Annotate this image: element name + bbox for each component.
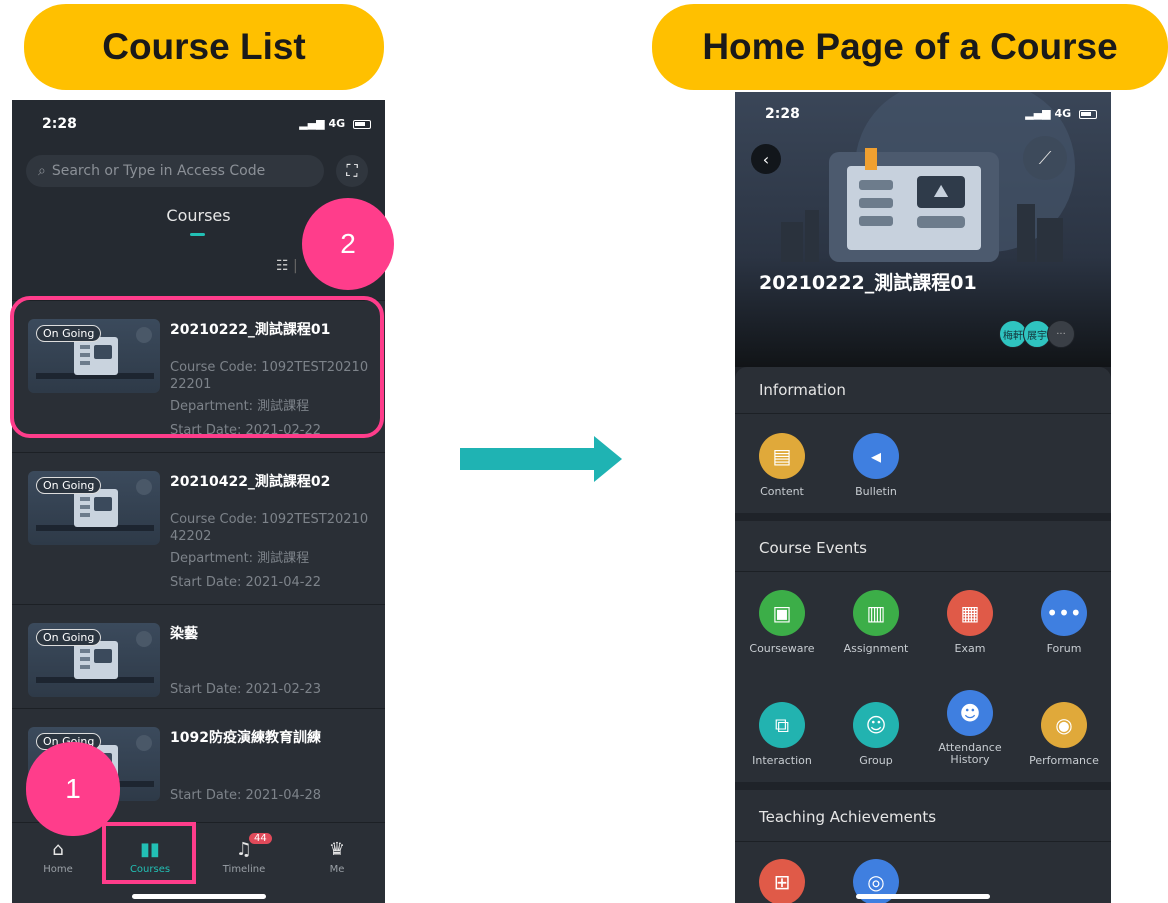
network-label: 4G bbox=[328, 117, 346, 130]
pin-icon bbox=[136, 631, 152, 647]
search-input[interactable]: ⌕ Search or Type in Access Code bbox=[26, 155, 324, 187]
content-icon: ▤ bbox=[759, 433, 805, 479]
course-start-date: Start Date: 2021-04-22 bbox=[170, 575, 322, 590]
attendance-icon: ☻ bbox=[947, 690, 993, 736]
score-icon: ⊞ bbox=[759, 859, 805, 903]
course-menu-sheet: Information ▤ Content ◂ Bulletin Course … bbox=[735, 367, 1111, 903]
battery-icon bbox=[1079, 109, 1097, 119]
tile-label: Content bbox=[760, 485, 804, 498]
tile-label: Interaction bbox=[752, 754, 812, 767]
tile-group[interactable]: ☺ Group bbox=[829, 702, 923, 767]
forum-icon: ••• bbox=[1041, 590, 1087, 636]
step-1-marker: 1 bbox=[26, 742, 120, 836]
course-start-date: Start Date: 2021-04-28 bbox=[170, 788, 322, 803]
more-avatars[interactable]: ··· bbox=[1047, 320, 1075, 348]
pin-button[interactable]: ⟋ bbox=[1023, 136, 1067, 180]
exam-icon: ▦ bbox=[947, 590, 993, 636]
courseware-icon: ▣ bbox=[759, 590, 805, 636]
status-time: 2:28 bbox=[765, 106, 800, 122]
tile-assignment[interactable]: ▥ Assignment bbox=[829, 590, 923, 655]
search-placeholder: Search or Type in Access Code bbox=[51, 163, 266, 179]
tab-label: Timeline bbox=[222, 864, 266, 875]
tab-timeline[interactable]: ♫ 44 Timeline bbox=[209, 833, 279, 875]
tile-label: Performance bbox=[1029, 754, 1099, 767]
tile-forum[interactable]: ••• Forum bbox=[1017, 590, 1111, 655]
back-button[interactable]: ‹ bbox=[751, 144, 781, 174]
status-signal: ▂▄▆ 4G bbox=[1025, 107, 1097, 120]
course-home-screen: ⛰ 2:28 ▂▄▆ 4G ‹ ⟋ 20210222_測試課程01 梅軒 展宇 … bbox=[735, 92, 1111, 903]
status-badge: On Going bbox=[36, 477, 102, 494]
tile-attendance-history[interactable]: ☻ Attendance History bbox=[923, 690, 1017, 766]
home-icon: ⌂ bbox=[52, 839, 64, 860]
tile-label: Forum bbox=[1046, 642, 1082, 655]
tile-label: Courseware bbox=[749, 642, 815, 655]
signal-icon: ▂▄▆ bbox=[299, 117, 325, 130]
tile-courseware[interactable]: ▣ Courseware bbox=[735, 590, 829, 655]
pin-icon: ⟋ bbox=[1038, 147, 1052, 169]
step-2-marker: 2 bbox=[302, 198, 394, 290]
section-title-course-events: Course Events bbox=[759, 539, 867, 557]
assignment-icon: ▥ bbox=[853, 590, 899, 636]
tile-label: Bulletin bbox=[855, 485, 897, 498]
course-department: Department: 測試課程 bbox=[170, 551, 310, 566]
list-view-icon[interactable]: ☷ bbox=[276, 258, 289, 274]
tab-label: Home bbox=[43, 864, 73, 875]
tile-label: Assignment bbox=[843, 642, 909, 655]
chevron-left-icon: ‹ bbox=[762, 149, 770, 169]
tile-performance[interactable]: ◉ Performance bbox=[1017, 702, 1111, 767]
pin-icon bbox=[136, 735, 152, 751]
title-underline bbox=[190, 233, 205, 236]
tab-me[interactable]: ♛ Me bbox=[302, 839, 372, 875]
course-code: Course Code: 1092TEST2021042202 bbox=[170, 512, 369, 544]
course-start-date: Start Date: 2021-02-23 bbox=[170, 682, 322, 697]
arrow-shaft bbox=[460, 448, 596, 470]
signal-icon: ▂▄▆ bbox=[1025, 107, 1051, 120]
home-indicator bbox=[131, 894, 266, 899]
highlight-first-course bbox=[10, 296, 384, 438]
search-icon: ⌕ bbox=[38, 163, 46, 179]
group-icon: ☺ bbox=[853, 702, 899, 748]
tab-home[interactable]: ⌂ Home bbox=[23, 839, 93, 875]
scan-qr-button[interactable]: ⛶ bbox=[336, 155, 368, 187]
course-title: 1092防疫演練教育訓練 bbox=[170, 730, 321, 746]
network-label: 4G bbox=[1054, 107, 1072, 120]
course-name: 20210222_測試課程01 bbox=[759, 272, 977, 294]
notification-badge: 44 bbox=[249, 833, 272, 844]
performance-icon: ◉ bbox=[1041, 702, 1087, 748]
tile-label: Exam bbox=[954, 642, 986, 655]
pin-icon bbox=[136, 479, 152, 495]
course-cover-illustration: ⛰ bbox=[829, 152, 999, 262]
course-thumbnail: On Going bbox=[28, 471, 160, 545]
interaction-icon: ⧉ bbox=[759, 702, 805, 748]
highlight-courses-tab bbox=[102, 822, 196, 884]
course-title: 染藝 bbox=[170, 626, 198, 642]
status-signal: ▂▄▆ 4G bbox=[299, 117, 371, 130]
arrow-right-icon bbox=[594, 436, 622, 482]
user-icon: ♛ bbox=[328, 839, 346, 860]
battery-icon bbox=[353, 119, 371, 129]
section-title-teaching-achievements: Teaching Achievements bbox=[759, 808, 937, 826]
tile-bulletin[interactable]: ◂ Bulletin bbox=[829, 433, 923, 498]
status-time: 2:28 bbox=[42, 116, 77, 132]
section-title-information: Information bbox=[759, 381, 846, 399]
tile-label: Group bbox=[859, 754, 893, 767]
course-card[interactable]: On Going 20210422_測試課程02 Course Code: 10… bbox=[12, 452, 385, 604]
image-icon: ⛰ bbox=[917, 176, 965, 208]
tab-label: Me bbox=[329, 864, 345, 875]
home-indicator bbox=[856, 894, 990, 899]
label-course-list: Course List bbox=[24, 4, 384, 90]
tile-score[interactable]: ⊞ bbox=[735, 859, 829, 903]
bulletin-icon: ◂ bbox=[853, 433, 899, 479]
view-toggle[interactable]: ☷ | bbox=[276, 258, 298, 274]
label-course-home: Home Page of a Course bbox=[652, 4, 1168, 90]
scan-icon: ⛶ bbox=[346, 161, 358, 180]
course-hero: ⛰ 2:28 ▂▄▆ 4G ‹ ⟋ 20210222_測試課程01 梅軒 展宇 … bbox=[735, 92, 1111, 367]
tile-interaction[interactable]: ⧉ Interaction bbox=[735, 702, 829, 767]
tile-content[interactable]: ▤ Content bbox=[735, 433, 829, 498]
course-title: 20210422_測試課程02 bbox=[170, 474, 331, 490]
tile-label: Attendance History bbox=[938, 741, 1002, 766]
tile-exam[interactable]: ▦ Exam bbox=[923, 590, 1017, 655]
course-thumbnail: On Going bbox=[28, 623, 160, 697]
status-badge: On Going bbox=[36, 629, 102, 646]
